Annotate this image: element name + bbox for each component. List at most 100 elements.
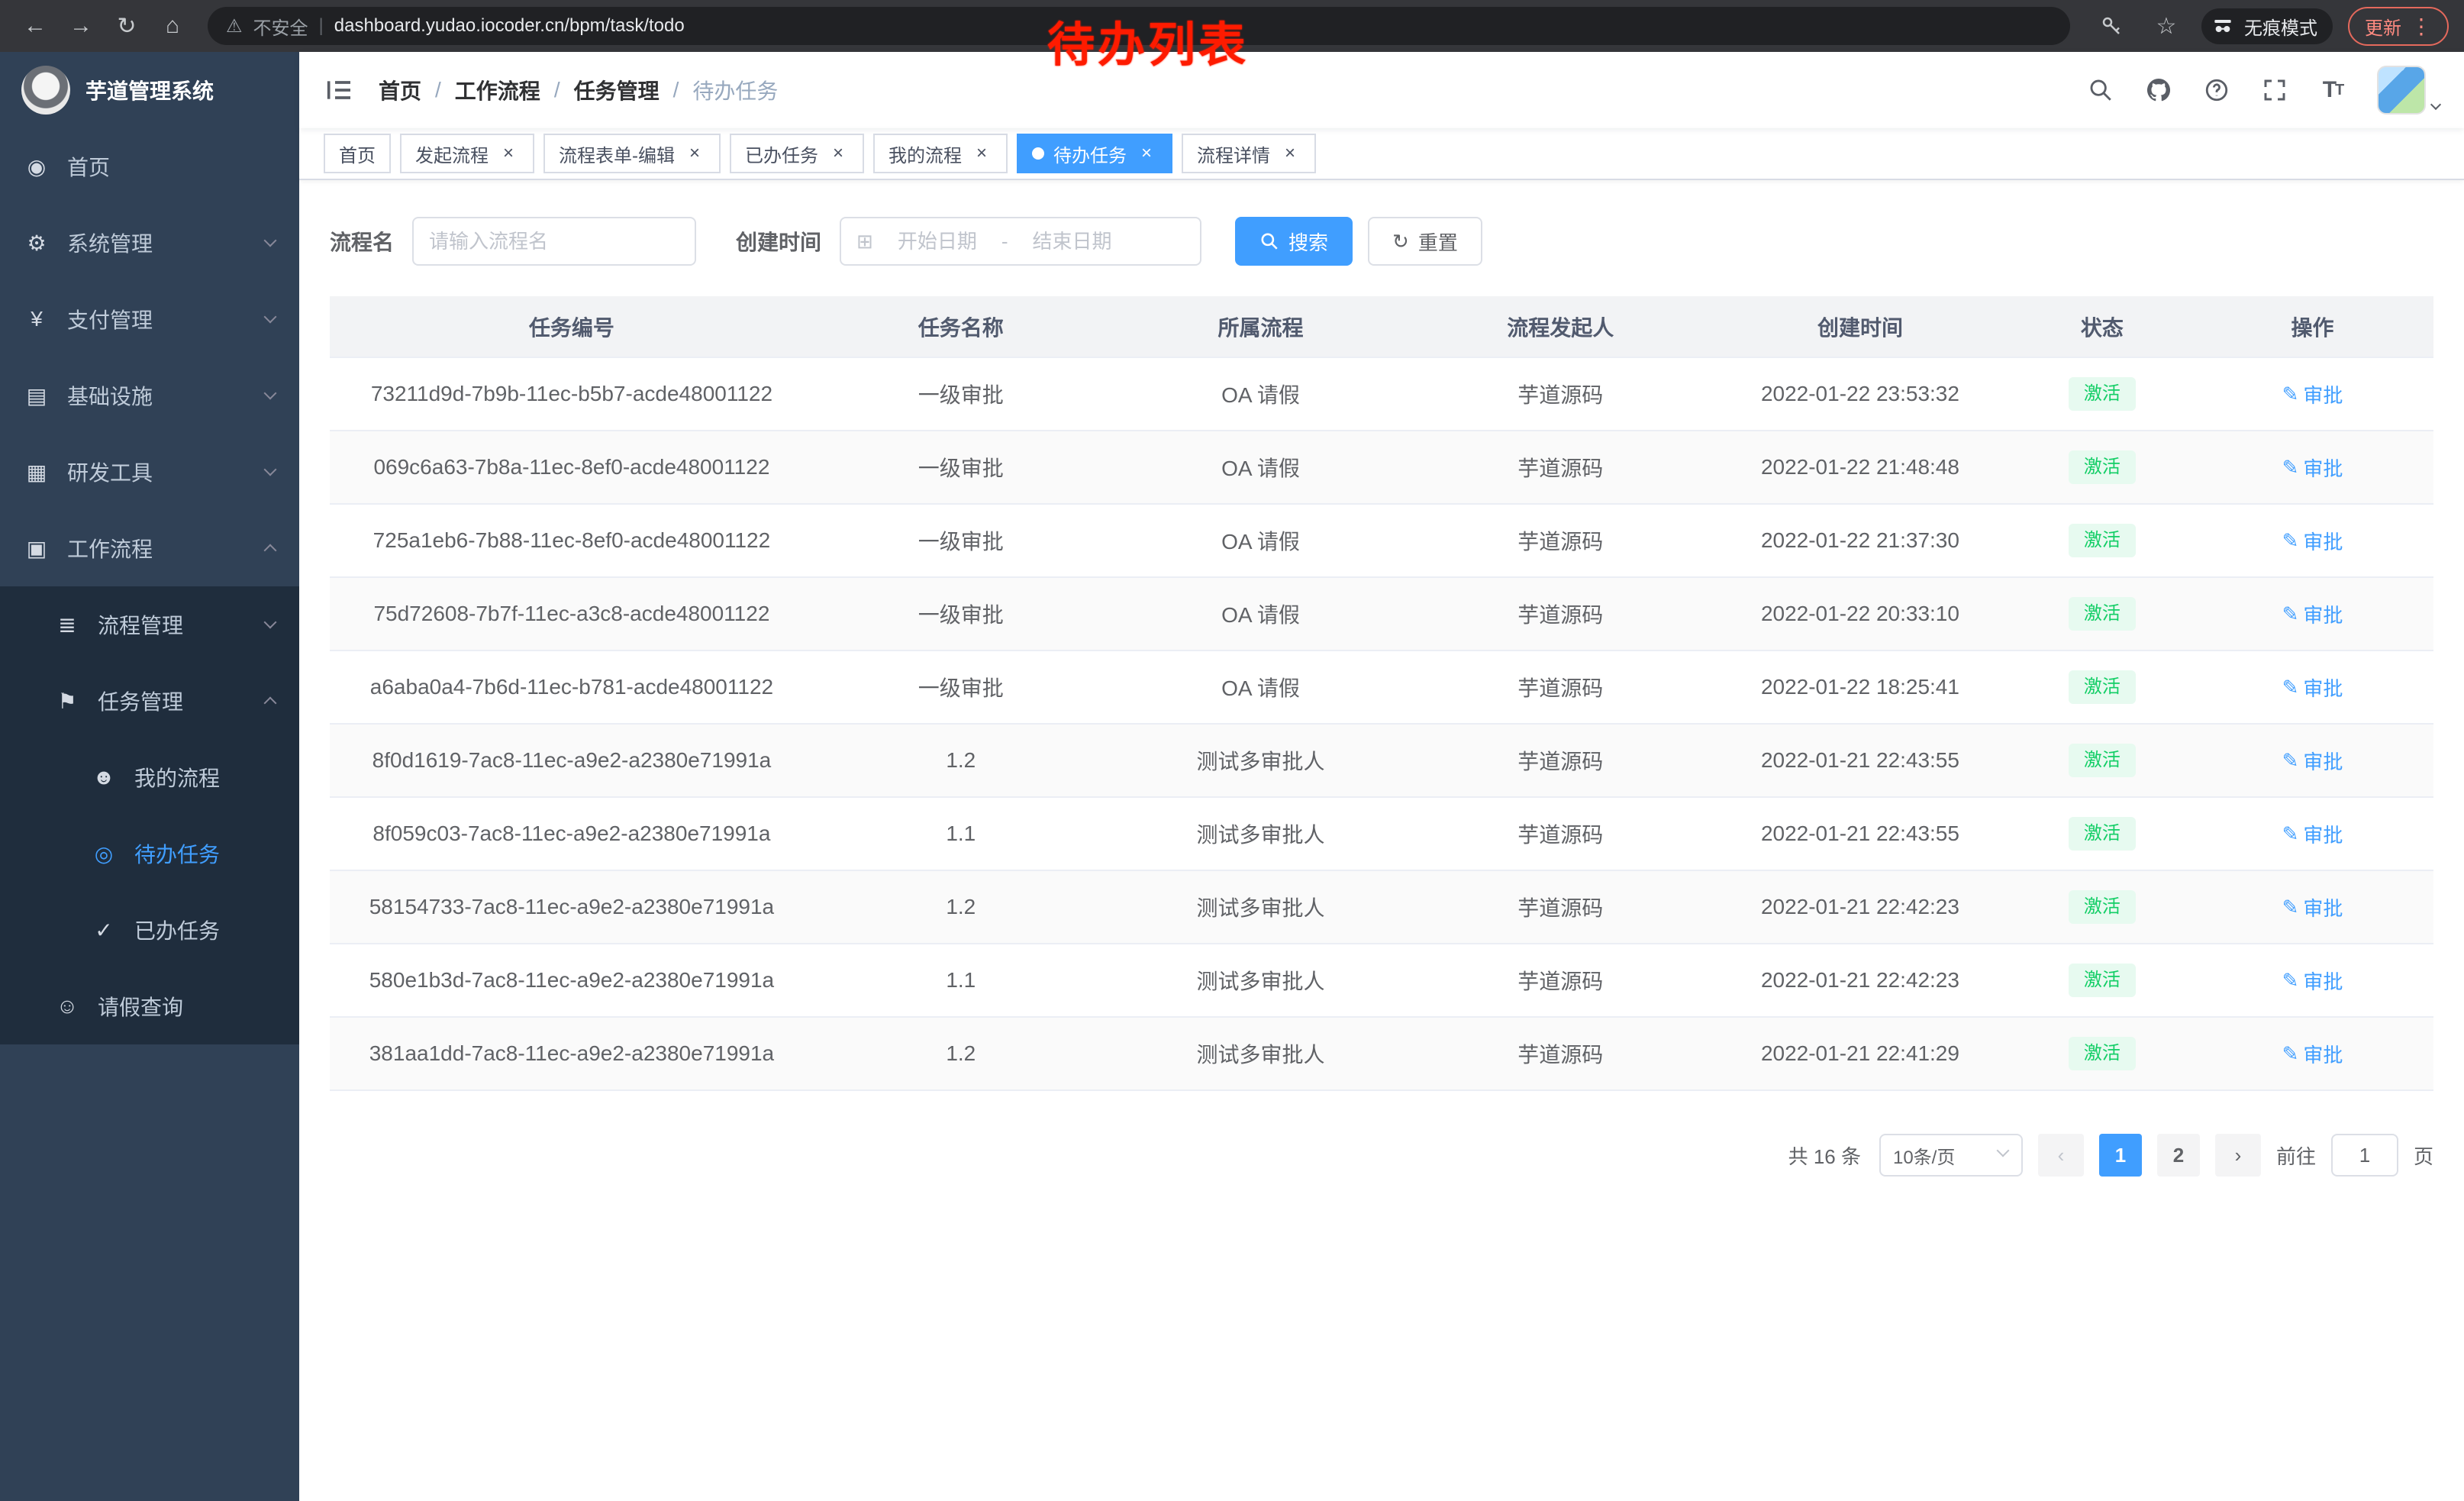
tab-home[interactable]: 首页	[324, 134, 391, 173]
cell-process: OA 请假	[1108, 357, 1414, 431]
table-header-row: 任务编号 任务名称 所属流程 流程发起人 创建时间 状态 操作	[330, 296, 2433, 357]
browser-forward-icon[interactable]: →	[61, 6, 101, 46]
close-icon[interactable]: ×	[684, 143, 705, 164]
page-size-select[interactable]: 10条/页	[1879, 1134, 2023, 1177]
approve-link[interactable]: ✎ 审批	[2282, 1040, 2343, 1068]
tab-my-processes[interactable]: 我的流程 ×	[873, 134, 1008, 173]
browser-back-icon[interactable]: ←	[15, 6, 55, 46]
cell-create-time: 2022-01-22 21:37:30	[1708, 504, 2013, 577]
sidebar-item-done-tasks[interactable]: ✓ 已办任务	[0, 892, 299, 968]
sidebar-item-task-management[interactable]: ⚑ 任务管理	[0, 663, 299, 739]
sidebar-item-leave-query[interactable]: ☺ 请假查询	[0, 968, 299, 1044]
status-badge: 激活	[2069, 670, 2136, 703]
table-row: a6aba0a4-7b6d-11ec-b781-acde48001122 一级审…	[330, 650, 2433, 724]
sidebar-item-my-processes[interactable]: ☻ 我的流程	[0, 739, 299, 815]
approve-link[interactable]: ✎ 审批	[2282, 673, 2343, 702]
github-icon[interactable]	[2145, 76, 2172, 104]
sidebar-item-devtools[interactable]: ▦ 研发工具	[0, 434, 299, 510]
start-date-input[interactable]	[882, 230, 992, 253]
page-button-1[interactable]: 1	[2099, 1134, 2142, 1177]
header-search-icon[interactable]	[2087, 76, 2114, 104]
process-name-field[interactable]	[412, 217, 696, 266]
page-button-2[interactable]: 2	[2157, 1134, 2200, 1177]
user-avatar[interactable]	[2377, 66, 2426, 115]
security-label[interactable]: 不安全	[253, 13, 308, 40]
goto-page-input[interactable]	[2331, 1134, 2398, 1177]
cell-actions: ✎ 审批	[2191, 944, 2433, 1017]
approve-link[interactable]: ✎ 审批	[2282, 747, 2343, 775]
cell-process: 测试多审批人	[1108, 870, 1414, 944]
help-icon[interactable]	[2203, 76, 2230, 104]
breadcrumb-home[interactable]: 首页	[379, 75, 421, 105]
breadcrumb-workflow[interactable]: 工作流程	[455, 75, 540, 105]
approve-link[interactable]: ✎ 审批	[2282, 820, 2343, 848]
close-icon[interactable]: ×	[827, 143, 849, 164]
hamburger-icon[interactable]	[324, 75, 354, 105]
process-name-input[interactable]	[429, 230, 679, 253]
bookmark-star-icon[interactable]: ☆	[2146, 6, 2186, 46]
tab-start-process[interactable]: 发起流程 ×	[400, 134, 534, 173]
search-button[interactable]: 搜索	[1235, 217, 1353, 266]
prev-page-button[interactable]: ‹	[2038, 1134, 2084, 1177]
page-url[interactable]: dashboard.yudao.iocoder.cn/bpm/task/todo	[334, 15, 685, 37]
close-icon[interactable]: ×	[1279, 143, 1301, 164]
browser-home-icon[interactable]: ⌂	[153, 6, 192, 46]
breadcrumb-task-management[interactable]: 任务管理	[574, 75, 660, 105]
approve-link[interactable]: ✎ 审批	[2282, 380, 2343, 408]
approve-link[interactable]: ✎ 审批	[2282, 454, 2343, 482]
menu-kebab-icon[interactable]: ⋮	[2411, 14, 2432, 39]
status-badge: 激活	[2069, 450, 2136, 483]
sidebar-item-infrastructure[interactable]: ▤ 基础设施	[0, 357, 299, 434]
app-logo-row[interactable]: 芋道管理系统	[0, 52, 299, 128]
sidebar-item-home[interactable]: ◉ 首页	[0, 128, 299, 205]
close-icon[interactable]: ×	[498, 143, 519, 164]
tab-done-tasks[interactable]: 已办任务 ×	[730, 134, 864, 173]
browser-reload-icon[interactable]: ↻	[107, 6, 147, 46]
filter-form: 流程名 创建时间 ⊞ - 搜索 ↻	[330, 217, 2433, 266]
sidebar-item-system[interactable]: ⚙ 系统管理	[0, 205, 299, 281]
next-page-button[interactable]: ›	[2215, 1134, 2261, 1177]
page-unit-label: 页	[2414, 1141, 2433, 1170]
end-date-input[interactable]	[1018, 230, 1127, 253]
page-content: 流程名 创建时间 ⊞ - 搜索 ↻	[299, 180, 2464, 1501]
edit-icon: ✎	[2282, 529, 2299, 553]
cell-create-time: 2022-01-22 18:25:41	[1708, 650, 2013, 724]
close-icon[interactable]: ×	[971, 143, 992, 164]
reset-button[interactable]: ↻ 重置	[1368, 217, 1482, 266]
date-range-picker[interactable]: ⊞ -	[840, 217, 1201, 266]
tab-process-detail[interactable]: 流程详情 ×	[1182, 134, 1316, 173]
cell-status: 激活	[2013, 577, 2191, 650]
col-status: 状态	[2013, 296, 2191, 357]
my-process-icon: ☻	[92, 765, 116, 789]
dashboard-icon: ◉	[24, 154, 49, 179]
close-icon[interactable]: ×	[1136, 143, 1157, 164]
approve-link[interactable]: ✎ 审批	[2282, 527, 2343, 555]
edit-icon: ✎	[2282, 383, 2299, 406]
chevron-down-icon	[264, 463, 277, 476]
tab-label: 待办任务	[1053, 140, 1127, 167]
sidebar-item-todo-tasks[interactable]: ◎ 待办任务	[0, 815, 299, 892]
cell-task-id: 8f059c03-7ac8-11ec-a9e2-a2380e71991a	[330, 797, 814, 870]
font-size-icon[interactable]: TT	[2319, 76, 2346, 104]
browser-update-button[interactable]: 更新 ⋮	[2348, 7, 2449, 46]
sidebar-item-payment[interactable]: ¥ 支付管理	[0, 281, 299, 357]
tab-todo-tasks[interactable]: 待办任务 ×	[1017, 134, 1172, 173]
table-row: 069c6a63-7b8a-11ec-8ef0-acde48001122 一级审…	[330, 431, 2433, 504]
chevron-down-icon	[264, 311, 277, 324]
edit-icon: ✎	[2282, 676, 2299, 699]
user-menu[interactable]	[2377, 66, 2440, 115]
sidebar-item-workflow[interactable]: ▣ 工作流程	[0, 510, 299, 586]
tab-form-editor[interactable]: 流程表单-编辑 ×	[543, 134, 721, 173]
approve-link[interactable]: ✎ 审批	[2282, 893, 2343, 922]
approve-link[interactable]: ✎ 审批	[2282, 600, 2343, 628]
sidebar-item-process-management[interactable]: ≣ 流程管理	[0, 586, 299, 663]
password-key-icon[interactable]	[2091, 6, 2131, 46]
edit-icon: ✎	[2282, 896, 2299, 919]
tab-label: 发起流程	[415, 140, 489, 167]
approve-link[interactable]: ✎ 审批	[2282, 967, 2343, 995]
fullscreen-icon[interactable]	[2261, 76, 2288, 104]
sidebar-item-label: 请假查询	[98, 991, 275, 1022]
edit-icon: ✎	[2282, 749, 2299, 773]
page-size-value: 10条/页	[1893, 1142, 1955, 1169]
chevron-down-icon	[2430, 99, 2441, 110]
